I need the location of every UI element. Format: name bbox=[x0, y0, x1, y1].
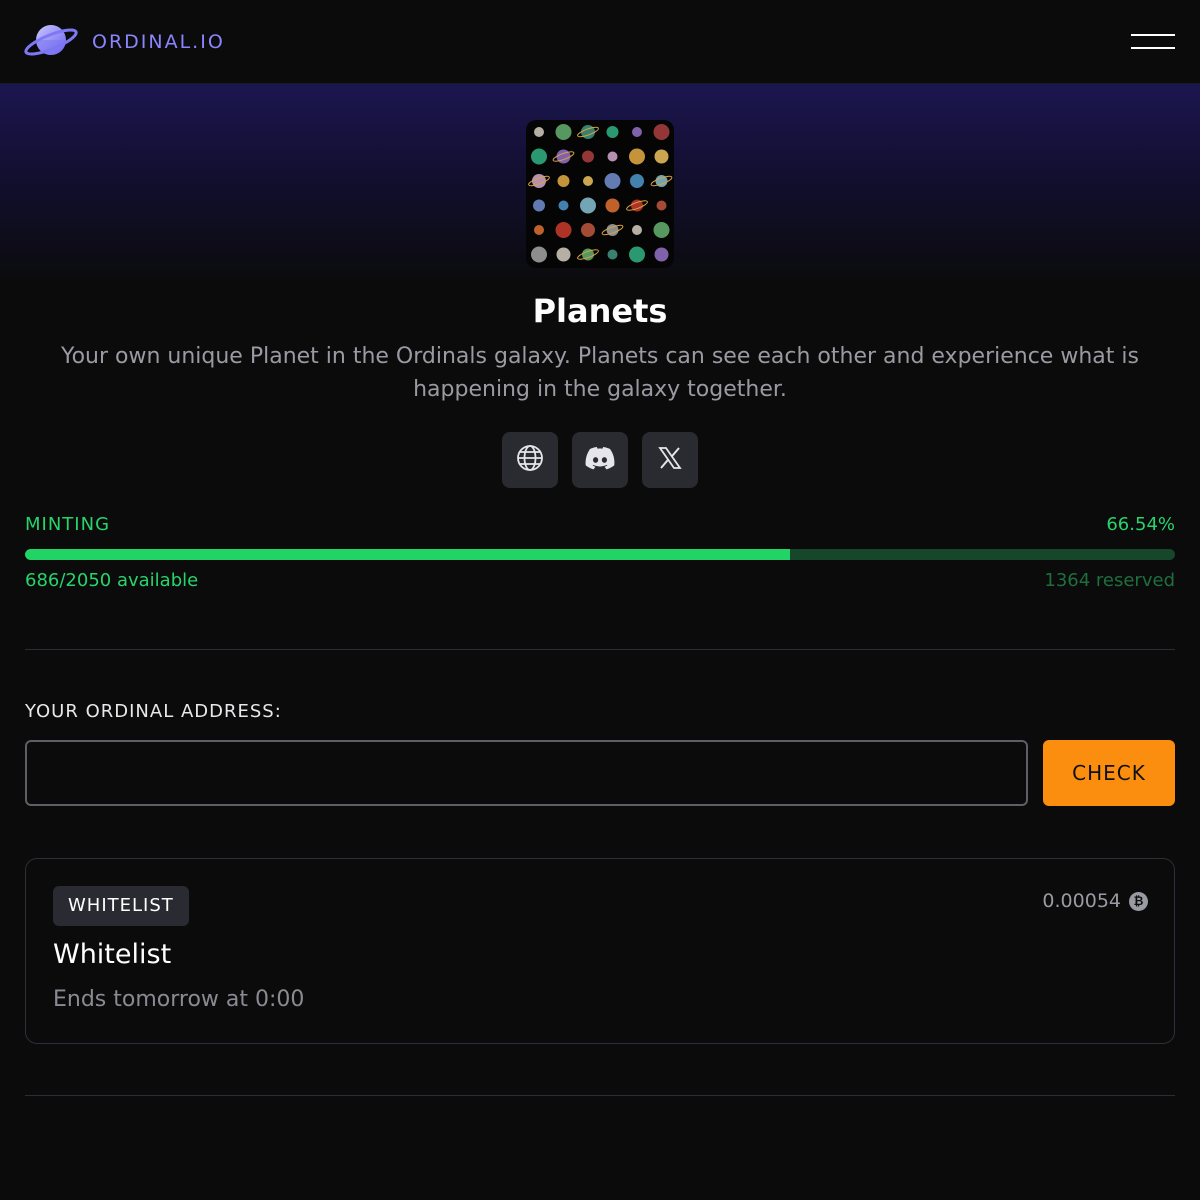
planet-thumbnail bbox=[605, 198, 620, 213]
planet-logo-icon bbox=[24, 20, 78, 64]
reserved-count: 1364 reserved bbox=[1044, 570, 1175, 591]
phase-name: Whitelist bbox=[53, 939, 172, 970]
hamburger-menu-icon[interactable] bbox=[1126, 26, 1178, 58]
planet-thumbnail bbox=[607, 249, 618, 260]
phase-price-value: 0.00054 bbox=[1042, 890, 1121, 912]
planet-thumbnail bbox=[534, 225, 544, 235]
planet-thumbnail bbox=[581, 223, 595, 237]
check-button[interactable]: CHECK bbox=[1043, 740, 1175, 806]
planet-thumbnail bbox=[606, 126, 619, 138]
planet-thumbnail bbox=[556, 247, 571, 262]
bitcoin-icon: ₿ bbox=[1129, 891, 1148, 911]
brand-name: ORDINAL.IO bbox=[92, 31, 225, 53]
planet-thumbnail bbox=[583, 176, 593, 186]
planet-thumbnail bbox=[558, 200, 569, 211]
planet-thumbnail bbox=[656, 200, 667, 211]
phase-price: 0.00054 ₿ bbox=[1042, 889, 1148, 913]
discord-button[interactable] bbox=[572, 432, 628, 488]
phase-badge: WHITELIST bbox=[53, 886, 189, 926]
planet-thumbnail bbox=[555, 222, 572, 238]
planet-thumbnail bbox=[607, 151, 618, 162]
collection-description: Your own unique Planet in the Ordinals g… bbox=[61, 344, 1139, 402]
planet-thumbnail bbox=[632, 127, 642, 137]
brand-logo[interactable]: ORDINAL.IO bbox=[24, 22, 225, 62]
mint-phase-card[interactable]: WHITELIST 0.00054 ₿ Whitelist Ends tomor… bbox=[25, 858, 1175, 1044]
planet-thumbnail bbox=[557, 175, 570, 187]
website-button[interactable] bbox=[502, 432, 558, 488]
navbar: ORDINAL.IO bbox=[0, 0, 1200, 84]
x-button[interactable] bbox=[642, 432, 698, 488]
ordinal-address-input[interactable] bbox=[25, 740, 1028, 806]
address-label: YOUR ORDINAL ADDRESS: bbox=[25, 701, 282, 722]
mint-progress-fill bbox=[25, 549, 791, 560]
menu-line bbox=[1131, 34, 1175, 36]
planet-thumbnail bbox=[580, 197, 596, 214]
planet-thumbnail bbox=[533, 199, 545, 212]
planet-thumbnail bbox=[555, 124, 572, 140]
planet-thumbnail bbox=[531, 148, 547, 165]
planet-thumbnail bbox=[632, 225, 642, 235]
mint-progress-bar bbox=[25, 549, 1175, 560]
planet-thumbnail bbox=[531, 246, 547, 263]
x-icon bbox=[658, 446, 682, 474]
globe-icon bbox=[516, 444, 544, 476]
planet-thumbnail bbox=[653, 124, 670, 140]
planet-thumbnail bbox=[604, 173, 621, 189]
planet-thumbnail bbox=[654, 247, 669, 262]
divider bbox=[25, 649, 1175, 650]
collection-title: Planets bbox=[532, 292, 668, 330]
phase-end-time: Ends tomorrow at 0:00 bbox=[53, 987, 305, 1012]
collection-image bbox=[526, 120, 674, 268]
planet-thumbnail bbox=[629, 246, 645, 263]
planet-thumbnail bbox=[534, 127, 544, 137]
planet-thumbnail bbox=[629, 148, 645, 165]
available-count: 686/2050 available bbox=[25, 570, 199, 591]
minting-percent: 66.54% bbox=[1106, 514, 1175, 535]
planet-thumbnail bbox=[582, 150, 594, 163]
discord-icon bbox=[585, 446, 615, 474]
minting-status: MINTING bbox=[25, 514, 111, 535]
planet-thumbnail bbox=[630, 174, 644, 188]
menu-line bbox=[1131, 47, 1175, 49]
planets-collection-grid bbox=[528, 124, 673, 263]
social-links bbox=[502, 432, 698, 488]
divider bbox=[25, 1095, 1175, 1096]
planet-thumbnail bbox=[654, 149, 669, 164]
planet-thumbnail bbox=[653, 222, 670, 238]
